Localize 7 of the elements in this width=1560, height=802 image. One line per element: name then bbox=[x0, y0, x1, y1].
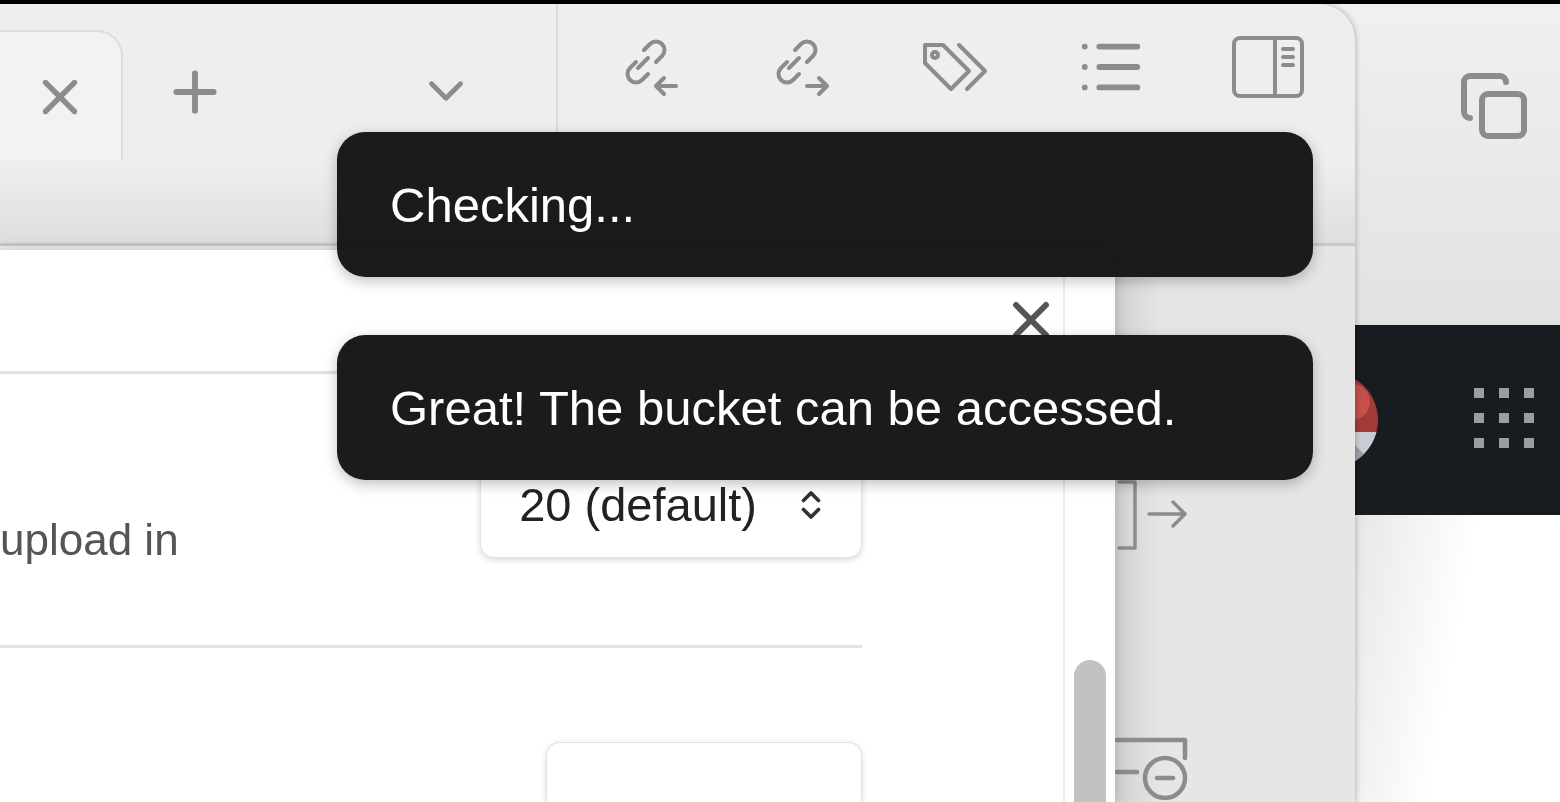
notification-toast: Checking... bbox=[337, 132, 1313, 277]
notification-toast: Great! The bucket can be accessed. bbox=[337, 335, 1313, 480]
copy-icon[interactable] bbox=[1458, 70, 1530, 142]
scrollbar-thumb[interactable] bbox=[1074, 660, 1106, 802]
setting-label: upload in bbox=[0, 514, 179, 565]
tab[interactable] bbox=[0, 30, 123, 160]
sidebar-icon[interactable] bbox=[1231, 35, 1305, 99]
